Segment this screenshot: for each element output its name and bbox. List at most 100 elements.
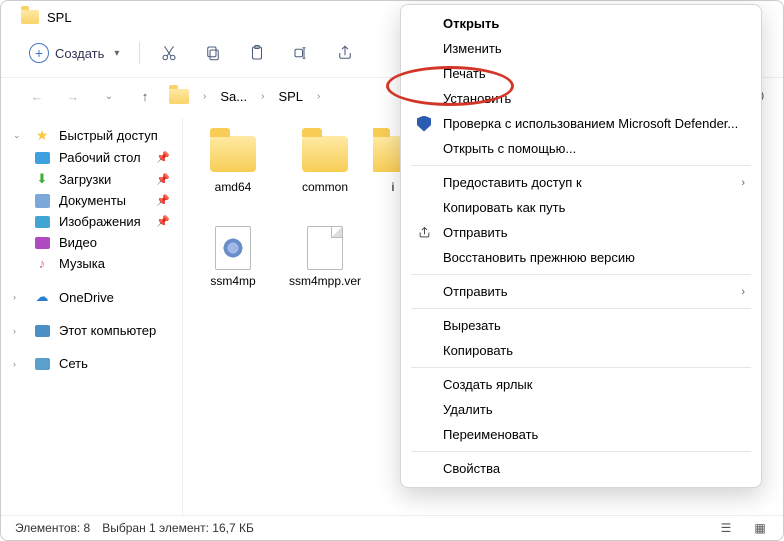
item-label: amd64 xyxy=(215,180,252,194)
file-item[interactable]: ssm4mpp.ver xyxy=(281,222,369,308)
sidebar: ⌄ ★ Быстрый доступ Рабочий стол 📌 ⬇ Загр… xyxy=(1,118,183,515)
sidebar-label: Рабочий стол xyxy=(59,150,141,165)
chevron-down-icon: ▾ xyxy=(110,48,123,59)
menu-copy[interactable]: Копировать xyxy=(401,338,761,363)
inf-file-icon xyxy=(215,226,251,270)
menu-cut[interactable]: Вырезать xyxy=(401,313,761,338)
sidebar-label: Этот компьютер xyxy=(59,323,156,338)
video-icon xyxy=(35,237,50,249)
cut-button[interactable] xyxy=(152,39,186,67)
sidebar-downloads[interactable]: ⬇ Загрузки 📌 xyxy=(5,168,178,190)
star-icon: ★ xyxy=(33,127,51,144)
pin-icon: 📌 xyxy=(156,173,170,186)
folder-item[interactable]: common xyxy=(281,128,369,214)
status-bar: Элементов: 8 Выбран 1 элемент: 16,7 КБ ☰… xyxy=(1,515,783,540)
back-button[interactable]: ← xyxy=(23,84,51,108)
desktop-icon xyxy=(35,152,50,164)
sidebar-pictures[interactable]: Изображения 📌 xyxy=(5,211,178,232)
sidebar-music[interactable]: ♪ Музыка xyxy=(5,253,178,274)
breadcrumb-item[interactable]: Sa... xyxy=(218,89,249,104)
pin-icon: 📌 xyxy=(156,194,170,207)
sidebar-quick-access[interactable]: ⌄ ★ Быстрый доступ xyxy=(5,124,178,147)
share-icon xyxy=(415,225,433,240)
chevron-right-icon: › xyxy=(741,286,745,298)
sidebar-label: Видео xyxy=(59,235,97,250)
menu-divider xyxy=(411,451,751,452)
folder-icon xyxy=(169,89,189,104)
status-selection: Выбран 1 элемент: 16,7 КБ xyxy=(102,521,254,535)
cloud-icon: ☁ xyxy=(33,289,51,305)
chevron-right-icon: › xyxy=(13,292,25,302)
download-icon: ⬇ xyxy=(33,171,51,187)
item-label: common xyxy=(302,180,348,194)
folder-icon xyxy=(21,10,39,24)
up-button[interactable]: ↑ xyxy=(131,84,159,108)
share-button[interactable] xyxy=(328,39,362,67)
chevron-right-icon: › xyxy=(199,91,210,102)
menu-open[interactable]: Открыть xyxy=(401,11,761,36)
menu-delete[interactable]: Удалить xyxy=(401,397,761,422)
item-label: i xyxy=(392,180,395,194)
menu-divider xyxy=(411,367,751,368)
sidebar-label: Изображения xyxy=(59,214,141,229)
pin-icon: 📌 xyxy=(156,151,170,164)
plus-icon: + xyxy=(29,43,49,63)
shield-icon xyxy=(415,116,433,132)
sidebar-onedrive[interactable]: › ☁ OneDrive xyxy=(5,286,178,308)
sidebar-label: Музыка xyxy=(59,256,105,271)
sidebar-this-pc[interactable]: › Этот компьютер xyxy=(5,320,178,341)
sidebar-label: OneDrive xyxy=(59,290,114,305)
sidebar-label: Документы xyxy=(59,193,126,208)
sidebar-label: Загрузки xyxy=(59,172,111,187)
chevron-right-icon: › xyxy=(13,359,25,369)
menu-copy-path[interactable]: Копировать как путь xyxy=(401,195,761,220)
sidebar-desktop[interactable]: Рабочий стол 📌 xyxy=(5,147,178,168)
details-view-button[interactable]: ☰ xyxy=(717,520,735,536)
folder-item[interactable]: amd64 xyxy=(189,128,277,214)
paste-button[interactable] xyxy=(240,39,274,67)
sidebar-label: Сеть xyxy=(59,356,88,371)
status-count: Элементов: 8 xyxy=(15,521,90,535)
sidebar-video[interactable]: Видео xyxy=(5,232,178,253)
icons-view-button[interactable]: ▦ xyxy=(751,520,769,536)
chevron-right-icon: › xyxy=(313,91,324,102)
menu-install[interactable]: Установить xyxy=(401,86,761,111)
new-label: Создать xyxy=(55,46,104,61)
window-title: SPL xyxy=(47,10,72,25)
menu-grant-access[interactable]: Предоставить доступ к› xyxy=(401,170,761,195)
chevron-right-icon: › xyxy=(741,177,745,189)
file-item[interactable]: ssm4mp xyxy=(189,222,277,308)
chevron-right-icon: › xyxy=(257,91,268,102)
menu-shortcut[interactable]: Создать ярлык xyxy=(401,372,761,397)
folder-icon xyxy=(302,136,348,172)
sidebar-documents[interactable]: Документы 📌 xyxy=(5,190,178,211)
rename-button[interactable] xyxy=(284,39,318,67)
history-chevron[interactable]: ⌄ xyxy=(95,84,123,108)
item-label: ssm4mpp.ver xyxy=(289,274,361,288)
menu-properties[interactable]: Свойства xyxy=(401,456,761,481)
menu-print[interactable]: Печать xyxy=(401,61,761,86)
menu-open-with[interactable]: Открыть с помощью... xyxy=(401,136,761,161)
menu-send-to[interactable]: Отправить› xyxy=(401,279,761,304)
chevron-down-icon: ⌄ xyxy=(13,130,25,141)
menu-change[interactable]: Изменить xyxy=(401,36,761,61)
file-icon xyxy=(307,226,343,270)
folder-icon xyxy=(210,136,256,172)
sidebar-network[interactable]: › Сеть xyxy=(5,353,178,374)
menu-defender[interactable]: Проверка с использованием Microsoft Defe… xyxy=(401,111,761,136)
network-icon xyxy=(35,358,50,370)
documents-icon xyxy=(35,194,50,208)
sidebar-label: Быстрый доступ xyxy=(59,128,158,143)
separator xyxy=(139,42,140,64)
menu-rename[interactable]: Переименовать xyxy=(401,422,761,447)
item-label: ssm4mp xyxy=(210,274,255,288)
menu-share[interactable]: Отправить xyxy=(401,220,761,245)
menu-divider xyxy=(411,274,751,275)
forward-button[interactable]: → xyxy=(59,84,87,108)
context-menu: Открыть Изменить Печать Установить Прове… xyxy=(400,4,762,488)
copy-button[interactable] xyxy=(196,39,230,67)
pc-icon xyxy=(35,325,50,337)
menu-restore[interactable]: Восстановить прежнюю версию xyxy=(401,245,761,270)
breadcrumb-item[interactable]: SPL xyxy=(276,89,305,104)
new-button[interactable]: + Создать ▾ xyxy=(27,41,127,65)
